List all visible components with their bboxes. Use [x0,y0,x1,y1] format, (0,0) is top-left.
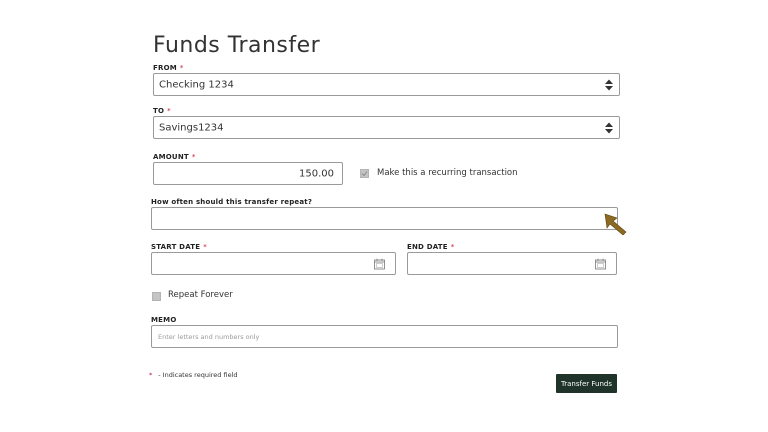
start-date-label: START DATE * [151,243,207,251]
select-arrows-icon [605,79,613,90]
amount-input[interactable]: 150.00 [153,162,343,185]
from-label: FROM * [153,64,184,72]
frequency-label: How often should this transfer repeat? [151,198,313,206]
amount-value: 150.00 [299,168,334,179]
required-star: * [149,371,153,379]
end-date-input[interactable] [407,252,617,275]
transfer-funds-button[interactable]: Transfer Funds [556,374,617,393]
recurring-checkbox-label: Make this a recurring transaction [377,168,518,178]
from-account-value: Checking 1234 [159,79,234,90]
required-footnote-text: - Indicates required field [158,371,238,379]
end-date-label: END DATE * [407,243,455,251]
to-label: TO * [153,107,171,115]
checkmark-icon [361,171,368,177]
to-account-value: Savings1234 [159,122,224,133]
required-footnote: * - Indicates required field [149,371,238,379]
to-account-select[interactable]: Savings1234 [153,116,620,139]
from-account-select[interactable]: Checking 1234 [153,73,620,96]
amount-label: AMOUNT * [153,153,196,161]
select-arrows-icon [605,122,613,133]
frequency-select[interactable] [151,207,618,230]
page-title: Funds Transfer [153,33,321,58]
calendar-icon[interactable] [374,258,385,269]
repeat-forever-label: Repeat Forever [168,290,233,300]
start-date-input[interactable] [151,252,396,275]
recurring-checkbox[interactable] [360,169,369,178]
calendar-icon[interactable] [595,258,606,269]
mouse-cursor-icon [604,213,627,236]
memo-placeholder: Enter letters and numbers only [158,332,260,341]
memo-label: MEMO [151,316,177,324]
memo-input[interactable]: Enter letters and numbers only [151,325,618,348]
repeat-forever-checkbox[interactable] [152,292,161,301]
